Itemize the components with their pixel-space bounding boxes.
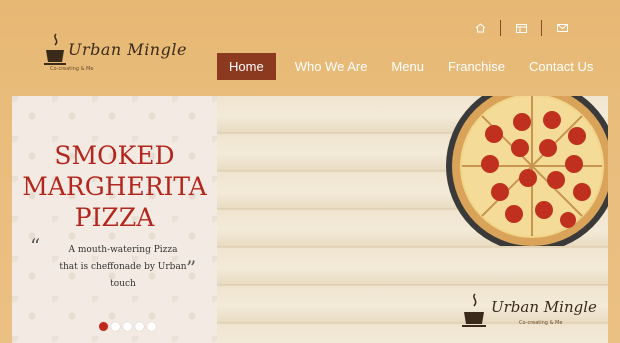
slide-headline: SMOKED MARGHERITA PIZZA: [12, 140, 217, 233]
desc-line-2: that is cheffonade by Urban touch: [59, 262, 187, 289]
desc-line-1: A mouth-watering Pizza: [68, 245, 178, 255]
nav-item-who-we-are[interactable]: Who We Are: [283, 53, 380, 80]
top-utility-icons: [460, 20, 582, 36]
slider-dot[interactable]: [111, 322, 120, 331]
grid-icon[interactable]: [501, 20, 541, 36]
watermark-logo-text: Urban Mingle: [491, 298, 597, 316]
slider-pagination: [99, 322, 156, 331]
quote-close-mark: ”: [186, 256, 197, 280]
main-nav: Home Who We Are Menu Franchise Contact U…: [217, 53, 605, 80]
headline-line-3: PIZZA: [74, 203, 155, 232]
logo-tagline: Co-creating & Me: [50, 66, 94, 72]
hero-slider: SMOKED MARGHERITA PIZZA “ A mouth-wateri…: [12, 96, 608, 343]
pizza-image: [446, 96, 608, 246]
slide-watermark-logo: Urban Mingle Co-creating & Me: [459, 290, 605, 334]
nav-item-home[interactable]: Home: [217, 53, 276, 80]
nav-item-menu[interactable]: Menu: [379, 53, 436, 80]
watermark-logo-tagline: Co-creating & Me: [519, 320, 563, 326]
site-logo[interactable]: Urban Mingle Co-creating & Me: [40, 30, 190, 76]
slider-dot[interactable]: [99, 322, 108, 331]
mail-icon[interactable]: [542, 20, 582, 36]
coffee-cup-icon: [44, 33, 66, 65]
nav-item-contact-us[interactable]: Contact Us: [517, 53, 605, 80]
slider-dot[interactable]: [147, 322, 156, 331]
headline-line-2: MARGHERITA: [22, 172, 207, 201]
slider-dot[interactable]: [135, 322, 144, 331]
headline-line-1: SMOKED: [54, 141, 175, 170]
slide-description: A mouth-watering Pizza that is cheffonad…: [48, 242, 198, 293]
home-icon[interactable]: [460, 20, 500, 36]
nav-item-franchise[interactable]: Franchise: [436, 53, 517, 80]
quote-open-mark: “: [30, 234, 41, 258]
logo-text: Urban Mingle: [68, 40, 187, 59]
slide-text-panel: SMOKED MARGHERITA PIZZA “ A mouth-wateri…: [12, 96, 217, 343]
coffee-cup-icon: [462, 293, 486, 327]
slider-dot[interactable]: [123, 322, 132, 331]
